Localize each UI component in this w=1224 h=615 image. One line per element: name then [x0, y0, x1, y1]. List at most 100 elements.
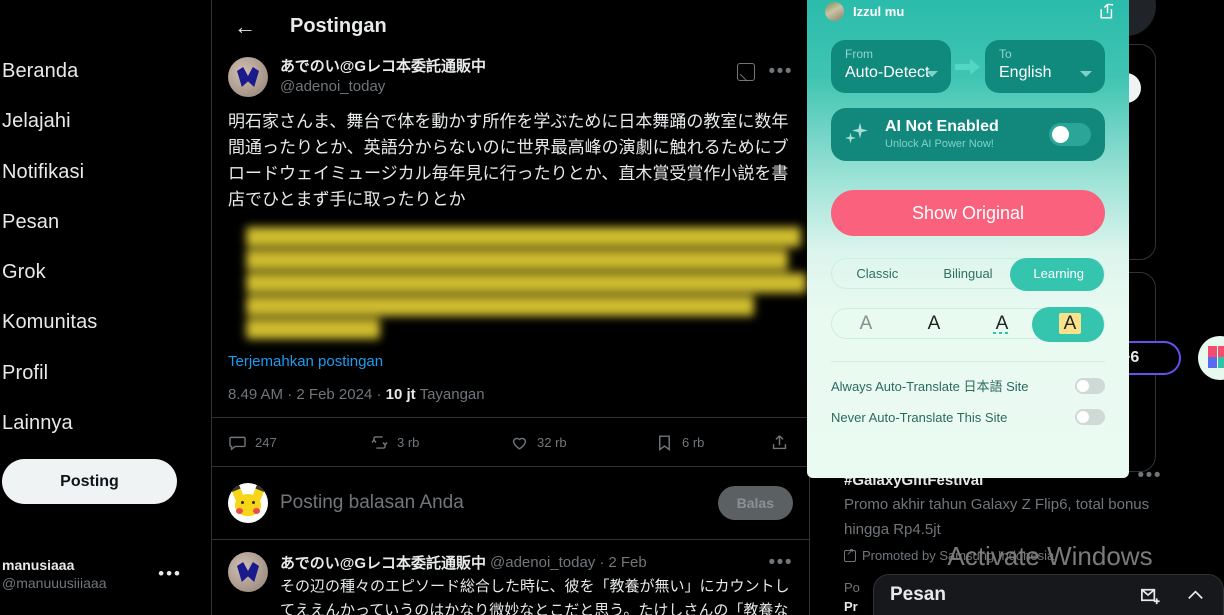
reply-more-icon[interactable]: ••• [769, 553, 793, 572]
post-views-label: Tayangan [419, 386, 485, 403]
share-action[interactable] [770, 433, 801, 452]
post-author-names: あでのい@Gレコ本委託通販中 @adenoi_today [280, 57, 737, 97]
reply-input[interactable]: Posting balasan Anda [280, 492, 718, 514]
reply-post-header: あでのい@Gレコ本委託通販中 @adenoi_today · 2 Feb ••• [280, 552, 793, 573]
reply-submit-label: Balas [736, 495, 774, 511]
dm-title: Pesan [890, 584, 946, 605]
sidebar-item-pesan[interactable]: Pesan [0, 205, 211, 239]
reply-date: 2 Feb [608, 554, 647, 571]
avatar[interactable] [228, 552, 268, 592]
sidebar-item-lainnya[interactable]: Lainnya [0, 406, 211, 440]
reply-author-name: あでのい@Gレコ本委託通販中 [280, 555, 486, 572]
ai-upsell-text: AI Not Enabled Unlock AI Power Now! [885, 117, 1049, 152]
translation-panel: Izzul mu From Auto-Detect To English AI … [807, 0, 1129, 478]
sidebar-item-jelajahi[interactable]: Jelajahi [0, 104, 211, 138]
post-button[interactable]: Posting [2, 459, 177, 504]
sidebar-item-komunitas[interactable]: Komunitas [0, 305, 211, 339]
option-never-auto-translate[interactable]: Never Auto-Translate This Site [831, 409, 1105, 425]
dm-bar[interactable]: Pesan [873, 574, 1224, 615]
sidebar-item-label: Komunitas [2, 310, 98, 333]
translate-post-link[interactable]: Terjemahkan postingan [228, 353, 793, 370]
show-original-label: Show Original [911, 202, 1025, 223]
post-body: 明石家さんま、舞台で体を動かす所作を学ぶために日本舞踊の教室に数年間通ったりとか… [228, 112, 789, 210]
account-names: manusiaaa @manuuusiiiaaa [2, 556, 158, 593]
style-plain-grey[interactable]: A [832, 313, 900, 335]
post-date: 2 Feb 2024 [296, 386, 373, 403]
option-never-label: Never Auto-Translate This Site [831, 409, 1008, 425]
option-always-auto-translate[interactable]: Always Auto-Translate 日本語 Site [831, 376, 1105, 395]
new-message-icon[interactable] [1139, 584, 1162, 607]
mode-bilingual[interactable]: Bilingual [923, 266, 1014, 281]
style-dotted-underline[interactable]: A [968, 313, 1036, 335]
avatar[interactable] [228, 483, 268, 523]
option-always-toggle[interactable] [1075, 377, 1105, 394]
bookmark-action[interactable]: 6 rb [655, 433, 765, 452]
promoted-post[interactable]: ••• #GalaxyGiftFestival Promo akhir tahu… [844, 466, 1184, 563]
chevron-up-icon[interactable] [1184, 584, 1207, 607]
option-never-toggle[interactable] [1075, 409, 1105, 425]
sidebar-item-grok[interactable]: Grok [0, 255, 211, 289]
option-always-label: Always Auto-Translate 日本語 Site [831, 379, 1029, 394]
column-header: ← Postingan [212, 0, 809, 53]
mode-segmented-control: Classic Bilingual Learning [831, 258, 1105, 291]
account-switcher[interactable]: manusiaaa @manuuusiiiaaa ••• [2, 548, 202, 600]
post-time: 8.49 AM [228, 386, 284, 403]
post-author-row: あでのい@Gレコ本委託通販中 @adenoi_today ••• [228, 53, 793, 97]
promoted-by-label: Promoted by Samsung Indonesia [862, 548, 1055, 563]
main-column: ← Postingan あでのい@Gレコ本委託通販中 @adenoi_today… [211, 0, 810, 615]
dm-icons [1139, 584, 1207, 607]
sidebar-item-label: Beranda [2, 59, 79, 82]
sidebar-item-label: Pesan [2, 210, 60, 233]
ai-upsell-card[interactable]: AI Not Enabled Unlock AI Power Now! [831, 108, 1105, 161]
promoted-text: Promo akhir tahun Galaxy Z Flip6, total … [844, 496, 1150, 538]
rail-footer-line1: Po [844, 580, 860, 595]
reply-count: 247 [255, 434, 277, 450]
ai-toggle[interactable] [1049, 123, 1091, 146]
back-arrow-icon[interactable]: ← [228, 10, 262, 44]
comment-icon [229, 436, 246, 451]
repost-count: 3 rb [397, 434, 420, 450]
reply-action[interactable]: 247 [220, 433, 370, 452]
mode-classic[interactable]: Classic [832, 266, 923, 281]
panel-user-name: Izzul mu [853, 3, 905, 19]
account-handle: @manuuusiiiaaa [2, 574, 107, 591]
sparkle-icon [845, 120, 875, 150]
promoted-more-icon[interactable]: ••• [1138, 466, 1162, 485]
post-metadata: 8.49 AM · 2 Feb 2024 · 10 jt Tayangan [228, 386, 485, 403]
reply-post[interactable]: あでのい@Gレコ本委託通販中 @adenoi_today · 2 Feb •••… [212, 540, 809, 615]
post-author-actions: ••• [736, 57, 793, 81]
to-language-select[interactable]: To English [985, 40, 1105, 93]
from-language-select[interactable]: From Auto-Detect [831, 40, 951, 93]
style-plain-black[interactable]: A [900, 313, 968, 335]
style-segmented-control: A A A A [831, 307, 1105, 342]
like-action[interactable]: 32 rb [510, 433, 655, 452]
mode-learning[interactable]: Learning [1013, 266, 1104, 281]
account-more-icon[interactable]: ••• [158, 564, 202, 584]
style-highlighted[interactable]: A [1036, 312, 1104, 335]
rail-footer: Po Pr [844, 578, 860, 615]
reply-text: その辺の種々のエピソード総合した時に、彼を「教養が無い」にカウントしてええんかっ… [280, 577, 790, 615]
from-label: From [845, 47, 873, 61]
grok-explain-icon[interactable] [736, 63, 755, 81]
like-count: 32 rb [537, 434, 567, 450]
sidebar-item-profil[interactable]: Profil [0, 356, 211, 390]
repost-icon [371, 435, 388, 449]
avatar[interactable] [228, 57, 268, 97]
ai-upsell-subtitle: Unlock AI Power Now! [885, 138, 994, 150]
post-more-icon[interactable]: ••• [769, 62, 793, 81]
post-author-name: あでのい@Gレコ本委託通販中 [280, 58, 486, 75]
language-selector-row: From Auto-Detect To English [807, 22, 1129, 93]
share-icon[interactable] [1098, 2, 1117, 21]
reply-submit-button[interactable]: Balas [717, 486, 793, 520]
divider [831, 361, 1105, 362]
left-sidebar: Beranda Jelajahi Notifikasi Pesan Grok K… [0, 0, 211, 615]
show-original-button[interactable]: Show Original [831, 190, 1105, 236]
bookmark-count: 6 rb [682, 434, 705, 450]
repost-action[interactable]: 3 rb [370, 433, 510, 452]
chevron-down-icon [926, 71, 938, 77]
reply-dot: · [599, 554, 605, 571]
translated-text-blurred [228, 223, 806, 343]
sidebar-item-notifikasi[interactable]: Notifikasi [0, 155, 211, 189]
sidebar-item-beranda[interactable]: Beranda [0, 54, 211, 88]
bookmark-icon [659, 434, 670, 451]
